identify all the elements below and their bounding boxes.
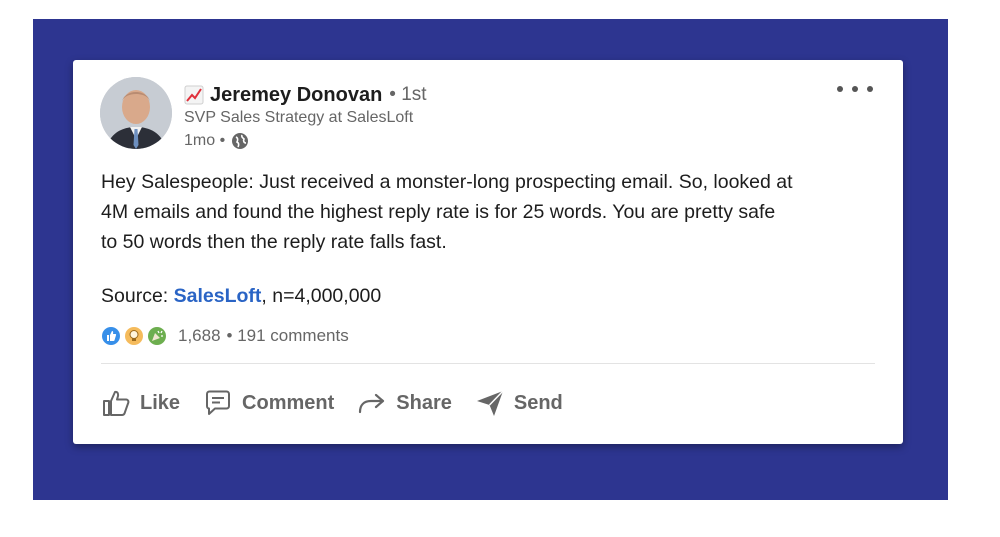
send-icon <box>476 390 504 416</box>
post-time: 1mo • <box>184 132 226 149</box>
post-body-line: 4M emails and found the highest reply ra… <box>101 201 776 223</box>
author-headline: SVP Sales Strategy at SalesLoft <box>184 109 414 126</box>
connection-degree: • 1st <box>389 84 427 105</box>
chart-increasing-icon <box>184 85 204 105</box>
like-reaction-icon <box>102 327 120 345</box>
send-button[interactable]: Send <box>474 387 563 419</box>
share-button[interactable]: Share <box>356 387 452 419</box>
like-button[interactable]: Like <box>100 387 180 419</box>
thumbs-up-icon <box>103 390 130 416</box>
share-arrow-icon <box>359 393 385 414</box>
post-body-line: Hey Salespeople: Just received a monster… <box>101 171 793 193</box>
action-bar: Like Comment Share Send <box>100 387 585 419</box>
share-label: Share <box>396 391 452 414</box>
social-counts: 1,688 • 191 comments <box>101 326 349 346</box>
post-source: Source: SalesLoft, n=4,000,000 <box>101 285 381 308</box>
comment-count[interactable]: • 191 comments <box>227 326 349 346</box>
post-body-line: to 50 words then the reply rate falls fa… <box>101 231 447 253</box>
post-card: Jeremey Donovan • 1st SVP Sales Strategy… <box>73 60 903 444</box>
author-row: Jeremey Donovan • 1st <box>184 82 427 108</box>
avatar[interactable] <box>100 77 172 149</box>
post-body: Hey Salespeople: Just received a monster… <box>101 167 881 257</box>
comment-icon <box>206 390 231 415</box>
post-meta: 1mo • <box>184 132 249 150</box>
like-label: Like <box>140 391 181 414</box>
divider <box>101 363 875 364</box>
source-link[interactable]: SalesLoft <box>174 285 262 307</box>
celebrate-reaction-icon <box>148 327 166 345</box>
more-options-icon[interactable] <box>837 78 873 100</box>
globe-icon <box>232 133 249 149</box>
author-name[interactable]: Jeremey Donovan <box>210 84 382 107</box>
send-label: Send <box>513 391 563 414</box>
source-suffix: , n=4,000,000 <box>261 285 382 307</box>
reaction-count[interactable]: 1,688 <box>178 326 221 346</box>
insightful-reaction-icon <box>125 327 143 345</box>
source-prefix: Source: <box>101 285 174 307</box>
reaction-icons[interactable] <box>101 326 170 346</box>
comment-label: Comment <box>242 391 335 414</box>
comment-button[interactable]: Comment <box>202 387 334 419</box>
